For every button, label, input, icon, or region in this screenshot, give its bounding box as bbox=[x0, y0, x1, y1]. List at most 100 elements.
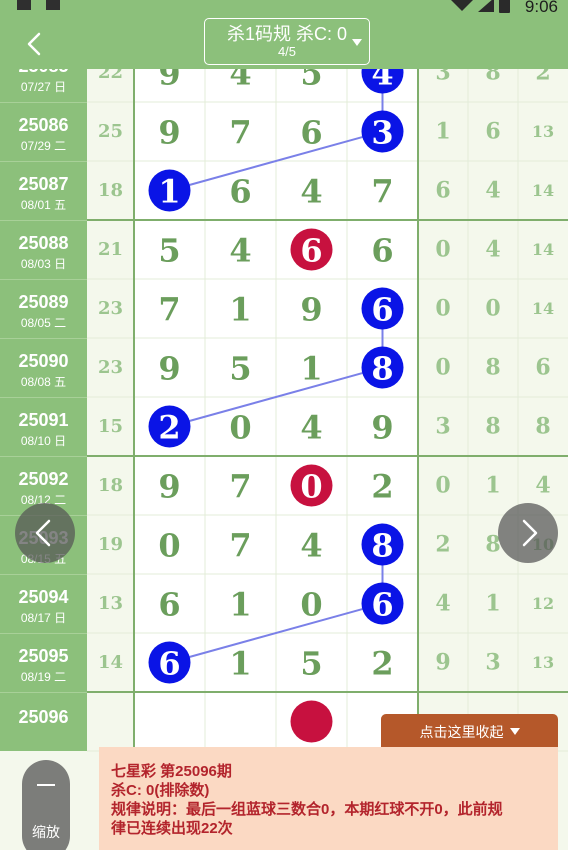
sum-value: 23 bbox=[98, 298, 123, 319]
period-date: 08/03 日 bbox=[20, 257, 67, 271]
period-date: 08/05 二 bbox=[20, 316, 67, 330]
tail-value: 14 bbox=[532, 299, 554, 318]
digit-value: 4 bbox=[229, 232, 251, 270]
tail-value: 9 bbox=[435, 650, 450, 676]
tail-value: 13 bbox=[532, 653, 554, 672]
digit-value: 1 bbox=[300, 350, 322, 388]
prev-page-button[interactable] bbox=[15, 503, 75, 563]
back-button[interactable] bbox=[14, 24, 54, 64]
sum-value: 25 bbox=[98, 121, 123, 142]
digit-value: 9 bbox=[158, 468, 180, 506]
tail-value: 8 bbox=[485, 69, 500, 86]
info-rule-streak: 律已连续出现22次 bbox=[111, 820, 233, 837]
digit-value: 4 bbox=[229, 69, 251, 93]
selector-page: 4/5 bbox=[277, 44, 297, 59]
tail-value: 1 bbox=[435, 119, 450, 145]
tail-value: 0 bbox=[485, 296, 500, 322]
digit-value: 7 bbox=[229, 468, 251, 506]
toolbar: 杀1码规 杀C: 0 4/5 bbox=[0, 16, 568, 69]
status-bar: 9:06 bbox=[0, 0, 568, 16]
digit-value: 7 bbox=[229, 527, 251, 565]
digit-value: 6 bbox=[158, 586, 180, 624]
period-number: 25092 bbox=[18, 469, 69, 489]
digit-value: 9 bbox=[158, 114, 180, 152]
sum-value: 19 bbox=[98, 534, 123, 555]
status-time: 9:06 bbox=[524, 0, 558, 16]
digit-value: 1 bbox=[229, 645, 251, 683]
digit-value: 7 bbox=[158, 291, 180, 329]
digit-value: 4 bbox=[300, 527, 322, 565]
digit-value: 1 bbox=[229, 586, 251, 624]
next-page-button[interactable] bbox=[498, 503, 558, 563]
digit-value: 0 bbox=[158, 527, 180, 565]
period-date: 08/01 五 bbox=[20, 198, 67, 212]
wifi-icon bbox=[448, 0, 476, 11]
chevron-left-icon bbox=[27, 32, 41, 56]
sum-value: 21 bbox=[98, 239, 123, 260]
period-date: 07/27 日 bbox=[20, 80, 67, 94]
period-cell: 25096 bbox=[0, 692, 87, 751]
digit-value: 6 bbox=[300, 114, 322, 152]
period-date: 08/17 日 bbox=[20, 611, 67, 625]
digit-value: 6 bbox=[300, 232, 322, 270]
digit-value: 7 bbox=[229, 114, 251, 152]
sum-value: 15 bbox=[98, 416, 123, 437]
tail-value: 12 bbox=[532, 594, 554, 613]
period-cell: 25095 08/19 二 bbox=[0, 633, 87, 692]
digit-value: 5 bbox=[229, 350, 251, 388]
period-number: 25085 bbox=[0, 69, 87, 77]
tail-value: 3 bbox=[435, 69, 450, 86]
digit-value: 3 bbox=[371, 114, 393, 152]
rule-selector[interactable]: 杀1码规 杀C: 0 4/5 bbox=[204, 18, 370, 65]
tail-value: 8 bbox=[485, 355, 500, 381]
period-cell: 25089 08/05 二 bbox=[0, 279, 87, 338]
digit-value: 6 bbox=[371, 291, 393, 329]
period-date: 08/10 日 bbox=[20, 434, 67, 448]
tail-value: 4 bbox=[535, 473, 550, 499]
sum-value: 22 bbox=[98, 69, 123, 83]
period-cell: 25091 08/10 日 bbox=[0, 397, 87, 456]
sum-value: 23 bbox=[98, 357, 123, 378]
tail-value: 2 bbox=[535, 69, 550, 86]
battery-icon bbox=[499, 0, 510, 13]
digit-value: 9 bbox=[371, 409, 393, 447]
digit-value: 9 bbox=[300, 291, 322, 329]
tail-value: 8 bbox=[485, 414, 500, 440]
zoom-button[interactable]: 缩放 bbox=[22, 760, 70, 850]
tail-value: 14 bbox=[532, 181, 554, 200]
info-lottery-period: 七星彩 第25096期 bbox=[111, 763, 232, 780]
digit-value: 5 bbox=[158, 232, 180, 270]
caret-down-icon bbox=[509, 728, 520, 735]
digit-value: 5 bbox=[300, 645, 322, 683]
tail-value: 6 bbox=[485, 119, 500, 145]
caret-down-icon bbox=[352, 39, 362, 46]
tail-value: 6 bbox=[435, 178, 450, 204]
zoom-label: 缩放 bbox=[32, 824, 60, 840]
tail-value: 1 bbox=[485, 473, 500, 499]
digit-value: 0 bbox=[229, 409, 251, 447]
tail-value: 13 bbox=[532, 122, 554, 141]
digit-value: 8 bbox=[371, 527, 393, 565]
notification-icon bbox=[17, 0, 31, 10]
period-cell: 25087 08/01 五 bbox=[0, 161, 87, 220]
tail-value: 0 bbox=[435, 355, 450, 381]
tail-value: 1 bbox=[485, 591, 500, 617]
period-number: 25095 bbox=[18, 646, 69, 666]
digit-value: 4 bbox=[371, 69, 393, 93]
period-cell: 25094 08/17 日 bbox=[0, 574, 87, 633]
period-cell: 25086 07/29 二 bbox=[0, 102, 87, 161]
period-number: 25090 bbox=[18, 351, 69, 371]
digit-value: 9 bbox=[158, 69, 180, 93]
digit-value: 9 bbox=[158, 350, 180, 388]
period-number: 25091 bbox=[18, 410, 69, 430]
period-cell: 25090 08/08 五 bbox=[0, 338, 87, 397]
collapse-panel-button[interactable]: 点击这里收起 bbox=[381, 714, 558, 749]
digit-value: 1 bbox=[229, 291, 251, 329]
tail-value: 4 bbox=[435, 591, 450, 617]
tail-value: 0 bbox=[435, 237, 450, 263]
sum-value: 18 bbox=[98, 475, 123, 496]
digit-value: 7 bbox=[371, 173, 393, 211]
digit-value: 2 bbox=[158, 409, 180, 447]
tail-value: 14 bbox=[532, 240, 554, 259]
digit-value: 4 bbox=[300, 409, 322, 447]
